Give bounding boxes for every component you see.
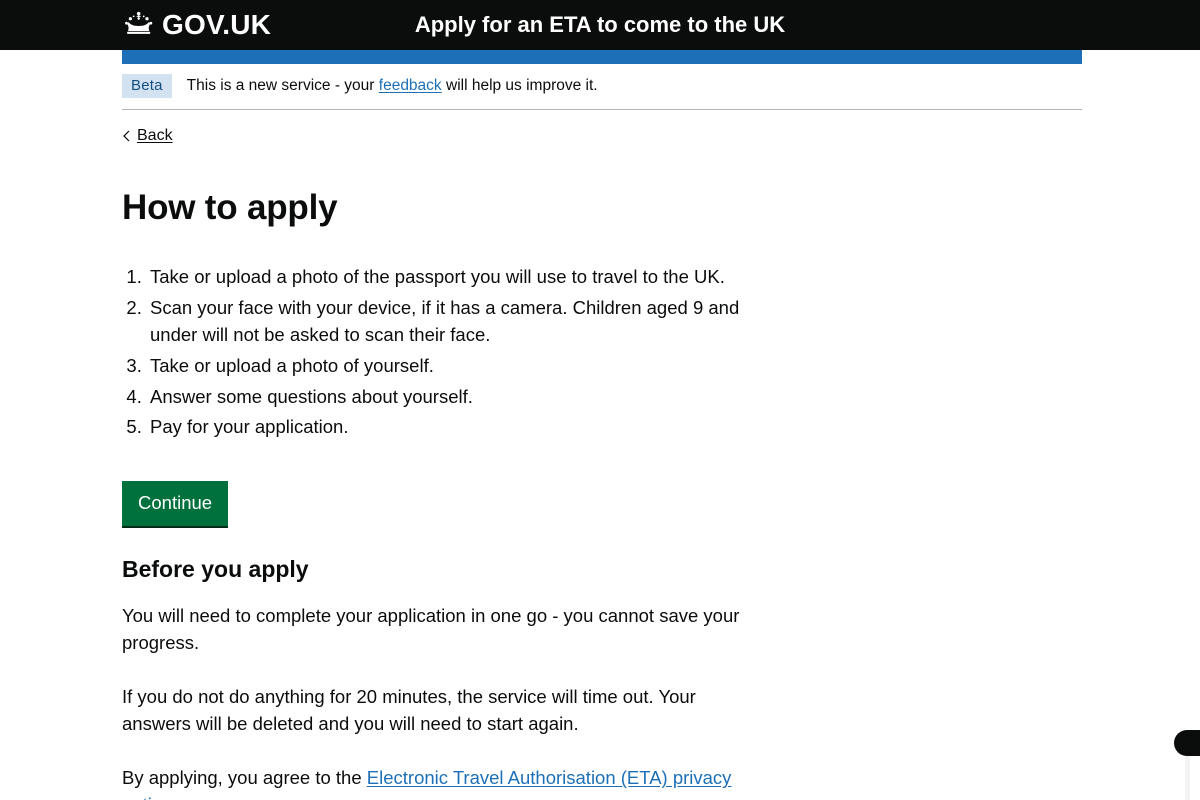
continue-button[interactable]: Continue	[122, 481, 229, 526]
list-item: Take or upload a photo of yourself.	[147, 353, 772, 380]
phase-text-after: will help us improve it.	[441, 76, 598, 94]
chevron-left-icon	[122, 130, 130, 142]
paragraph-complete-in-one-go: You will need to complete your applicati…	[122, 605, 740, 654]
paragraph-privacy-agreement: By applying, you agree to the Electronic…	[122, 764, 742, 800]
list-item: Take or upload a photo of the passport y…	[147, 264, 772, 291]
back-link[interactable]: Back	[122, 128, 173, 144]
main-content: How to apply Take or upload a photo of t…	[122, 147, 772, 800]
scroll-to-top-button[interactable]	[1174, 730, 1200, 756]
paragraph-timeout-warning: If you do not do anything for 20 minutes…	[122, 686, 696, 735]
blue-accent-bar	[122, 50, 1082, 64]
phase-text-before: This is a new service - your	[186, 76, 379, 94]
service-name: Apply for an ETA to come to the UK	[414, 12, 786, 37]
phase-banner-text: This is a new service - your feedback wi…	[187, 77, 598, 96]
back-link-label: Back	[137, 127, 173, 145]
list-item: Scan your face with your device, if it h…	[147, 295, 772, 349]
before-you-apply-heading: Before you apply	[122, 555, 309, 582]
list-item: Answer some questions about yourself.	[147, 384, 772, 411]
phase-banner-container: Beta This is a new service - your feedba…	[122, 64, 1082, 800]
privacy-text-after: .	[171, 794, 176, 800]
govuk-header: GOV.UK Apply for an ETA to come to the U…	[0, 0, 1200, 50]
privacy-text-before: By applying, you agree to the	[122, 767, 367, 789]
how-to-apply-steps-list: Take or upload a photo of the passport y…	[122, 264, 772, 441]
status-badge: Beta	[122, 74, 172, 99]
phase-banner: Beta This is a new service - your feedba…	[122, 64, 1082, 111]
back-link-container: Back	[122, 110, 1082, 147]
list-item: Pay for your application.	[147, 414, 772, 441]
page-title: How to apply	[122, 188, 338, 228]
feedback-link[interactable]: feedback	[379, 77, 442, 94]
